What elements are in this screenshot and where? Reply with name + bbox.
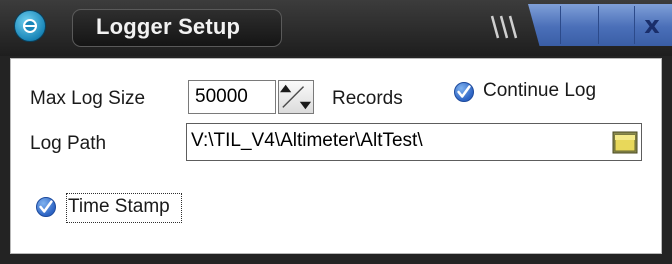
close-button[interactable]: x xyxy=(634,6,670,44)
folder-icon xyxy=(612,131,638,154)
log-path-label: Log Path xyxy=(30,133,107,154)
titlebar-divider xyxy=(598,6,599,44)
time-stamp-label[interactable]: Time Stamp xyxy=(68,196,170,218)
max-log-size-spinner[interactable] xyxy=(278,80,314,114)
max-log-size-input[interactable]: 50000 xyxy=(188,80,276,114)
up-down-arrow-icon xyxy=(280,84,312,110)
close-icon: x xyxy=(644,11,660,39)
max-log-size-label: Max Log Size xyxy=(30,88,146,109)
browse-folder-button[interactable] xyxy=(612,129,638,155)
continue-log-label[interactable]: Continue Log xyxy=(483,80,596,102)
continue-log-checkbox[interactable] xyxy=(454,82,474,102)
grip-icon[interactable] xyxy=(486,12,526,42)
window-title: Logger Setup xyxy=(96,14,241,39)
log-path-input[interactable]: V:\TIL_V4\Altimeter\AltTest\ xyxy=(186,123,642,161)
check-icon xyxy=(457,85,471,98)
logger-setup-window: Logger Setup x Max Log Size 50000 Record… xyxy=(0,0,672,264)
app-logo-icon[interactable] xyxy=(14,10,46,42)
time-stamp-checkbox[interactable] xyxy=(36,197,56,217)
check-icon xyxy=(39,200,53,213)
title-bar[interactable]: Logger Setup x xyxy=(0,0,672,56)
titlebar-divider xyxy=(560,6,561,44)
records-label: Records xyxy=(332,88,403,109)
